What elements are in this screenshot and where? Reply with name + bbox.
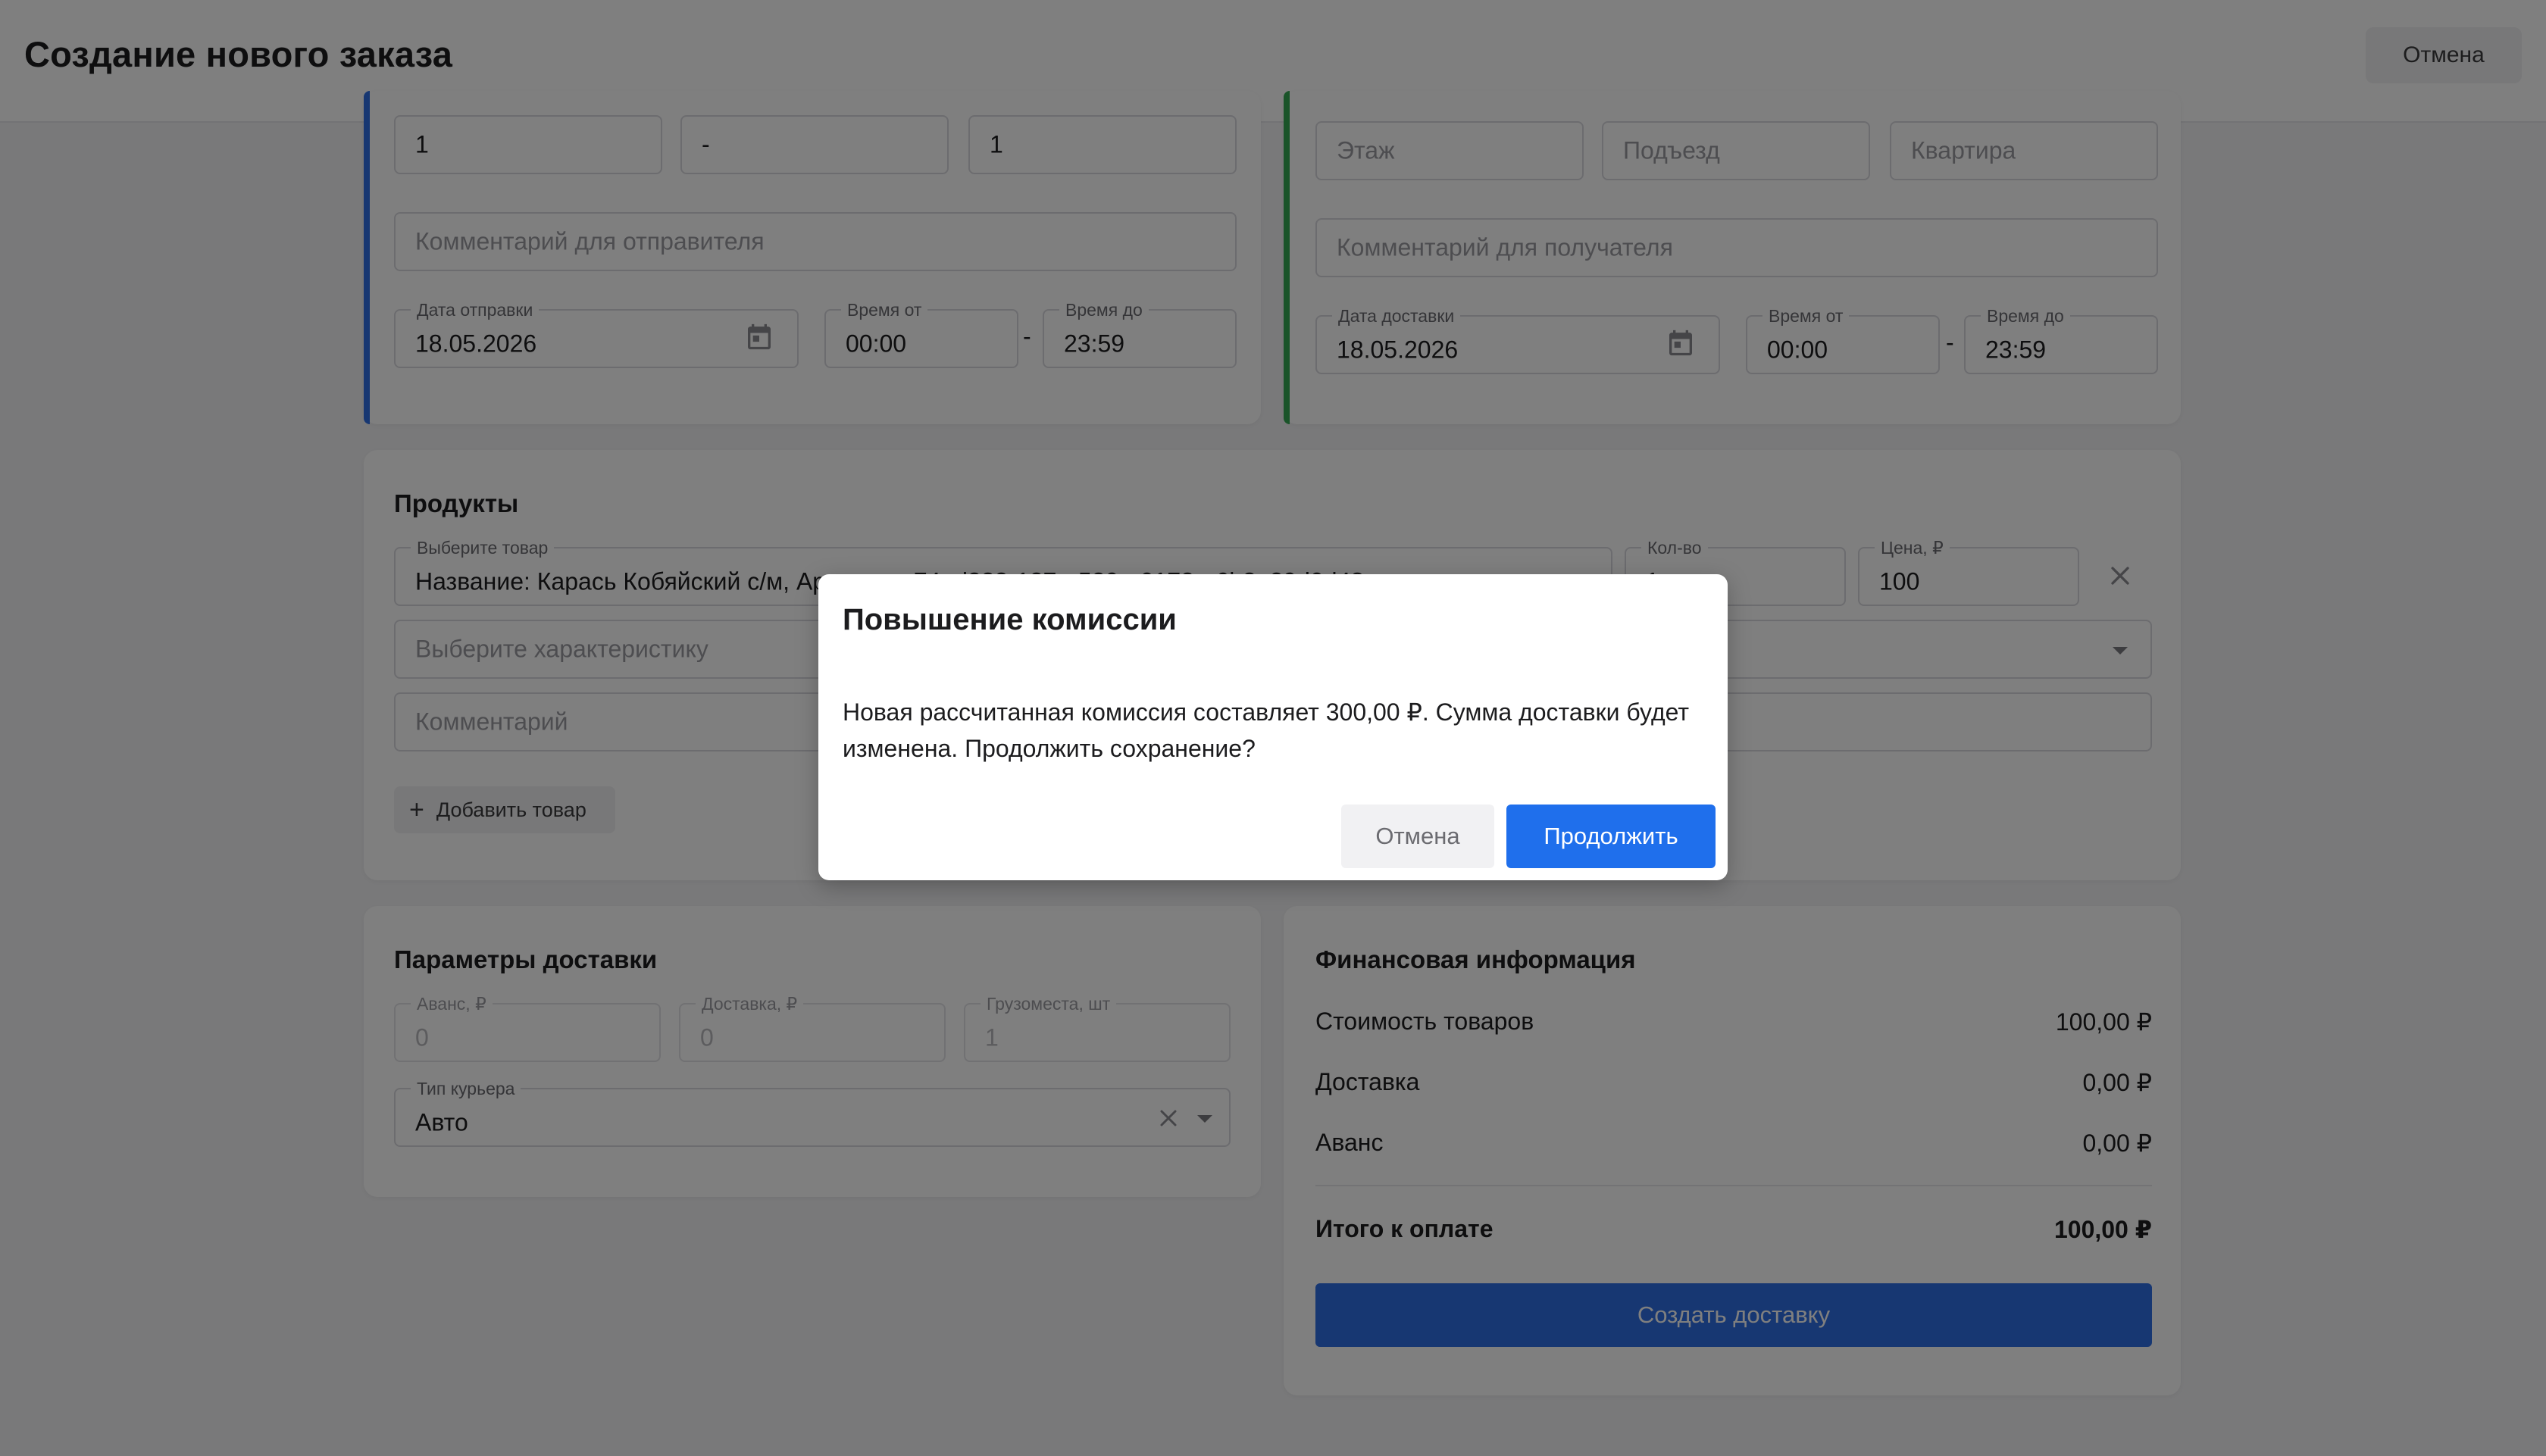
dialog-title: Повышение комиссии [843,603,1177,636]
dialog-continue-button[interactable]: Продолжить [1506,805,1716,868]
commission-increase-dialog: Повышение комиссии Новая рассчитанная ко… [818,574,1728,880]
dialog-cancel-button[interactable]: Отмена [1341,805,1494,868]
dialog-message: Новая рассчитанная комиссия составляет 3… [843,698,1690,762]
